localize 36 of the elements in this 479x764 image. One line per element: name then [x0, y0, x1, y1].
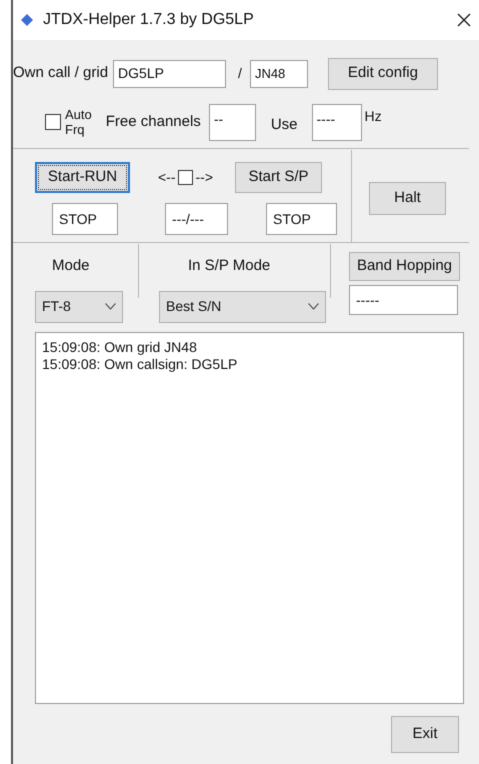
column-label: In S/P Mode	[188, 256, 272, 276]
status-field: ---/---	[165, 203, 228, 235]
checkbox-label: Auto	[65, 107, 92, 122]
close-icon[interactable]	[457, 13, 471, 27]
exit-button[interactable]: Exit	[391, 716, 459, 753]
field-label: Free channels	[106, 112, 201, 132]
edit-config-button[interactable]: Edit config	[328, 58, 438, 90]
band-hopping-button[interactable]: Band Hopping	[349, 252, 460, 281]
log-line: 15:09:08: Own callsign: DG5LP	[42, 356, 238, 373]
app-icon	[21, 14, 33, 26]
window-title: JTDX-Helper 1.7.3 by DG5LP	[43, 10, 254, 30]
start-sp-button[interactable]: Start S/P	[235, 162, 322, 193]
sp-mode-dropdown[interactable]: Best S/N	[159, 290, 326, 322]
checkbox[interactable]	[45, 114, 61, 130]
input-field[interactable]: --	[208, 104, 256, 140]
separator-text: /	[238, 64, 242, 83]
status-field: STOP	[52, 203, 118, 235]
chevron-down-icon	[105, 303, 116, 310]
start-run-button[interactable]: Start-RUN	[35, 162, 130, 193]
column-label: Mode	[52, 256, 91, 276]
checkbox[interactable]	[178, 170, 192, 185]
field-label: Own call / grid	[13, 63, 108, 84]
input-field[interactable]: ----	[312, 104, 362, 140]
log-line: 15:09:08: Own grid JN48	[42, 339, 198, 356]
band-field[interactable]: -----	[349, 285, 458, 315]
field-label: Use	[270, 114, 298, 135]
halt-button[interactable]: Halt	[369, 182, 446, 215]
mode-dropdown[interactable]: FT-8	[35, 290, 123, 322]
input-field[interactable]: JN48	[250, 60, 308, 88]
status-field: STOP	[266, 203, 337, 235]
checkbox-label: Frq	[65, 122, 86, 137]
arrow-text: -->	[196, 168, 213, 187]
input-field[interactable]: DG5LP	[113, 60, 226, 88]
chevron-down-icon	[308, 303, 319, 310]
arrow-text: <--	[158, 168, 176, 187]
unit-label: Hz	[364, 107, 382, 126]
